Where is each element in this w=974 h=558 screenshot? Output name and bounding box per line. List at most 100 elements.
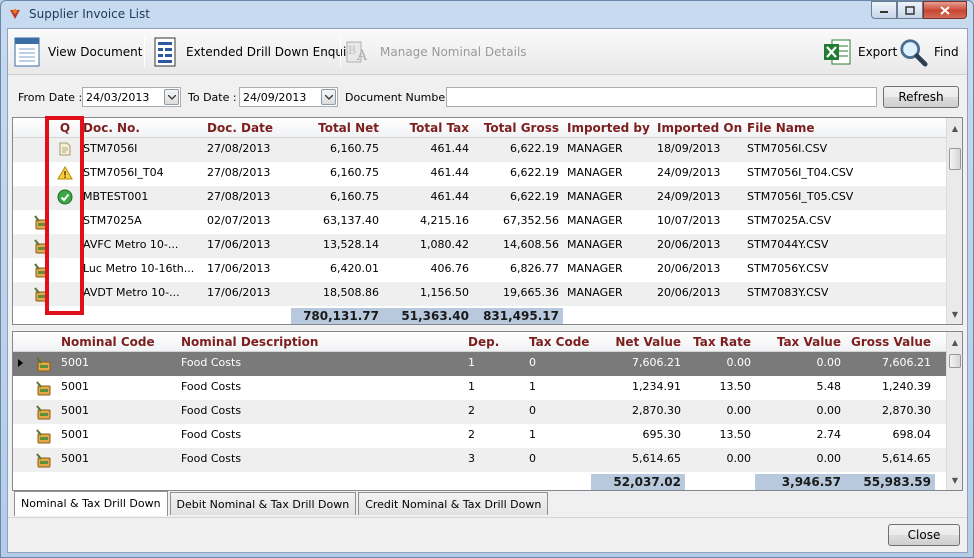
nominal-grid: Nominal Code Nominal Description Dep. Ta… bbox=[12, 331, 963, 491]
cell-tax-value: 5.48 bbox=[816, 380, 842, 393]
col-total-net[interactable]: Total Net bbox=[291, 118, 383, 138]
find-button[interactable]: Find bbox=[898, 35, 959, 69]
cell-total-tax: 461.44 bbox=[430, 142, 470, 155]
cell-total-tax: 406.76 bbox=[430, 262, 470, 275]
cell-total-net: 6,420.01 bbox=[330, 262, 379, 275]
cell-imported-by: MANAGER bbox=[567, 286, 623, 299]
tab-debit-nominal-tax[interactable]: Debit Nominal & Tax Drill Down bbox=[169, 492, 357, 515]
view-document-button[interactable]: View Document bbox=[12, 35, 142, 69]
refresh-button[interactable]: Refresh bbox=[883, 86, 959, 108]
cell-doc-no: AVFC Metro 10-... bbox=[83, 238, 179, 251]
col-q[interactable]: Q bbox=[51, 118, 79, 138]
to-date-dropdown[interactable] bbox=[321, 89, 336, 105]
col-tax-rate[interactable]: Tax Rate bbox=[685, 332, 755, 352]
cell-net-value: 695.30 bbox=[642, 428, 682, 441]
close-button[interactable]: Close bbox=[888, 524, 960, 546]
col-total-tax[interactable]: Total Tax bbox=[383, 118, 473, 138]
cell-dep: 2 bbox=[468, 404, 475, 417]
drilldown-icon bbox=[35, 380, 51, 396]
col-imported-on[interactable]: Imported On bbox=[653, 118, 743, 138]
cell-tax-code: 0 bbox=[529, 404, 536, 417]
nominal-row[interactable]: 5001 Food Costs 1 0 7,606.21 0.00 0.00 7,606.21 bbox=[13, 352, 947, 376]
col-tax-code[interactable]: Tax Code bbox=[525, 332, 591, 352]
cell-total-gross: 6,826.77 bbox=[510, 262, 559, 275]
invoice-grid-header: Q Doc. No. Doc. Date Total Net Total Tax… bbox=[13, 118, 947, 138]
scroll-up-arrow[interactable]: ▲ bbox=[947, 120, 962, 136]
scroll-down-arrow[interactable]: ▼ bbox=[947, 306, 962, 322]
to-date-label: To Date : bbox=[188, 91, 237, 104]
extended-drill-down-button[interactable]: Extended Drill Down Enquiry bbox=[150, 35, 358, 69]
invoice-row[interactable]: STM7025A 02/07/2013 63,137.40 4,215.16 67,35… bbox=[13, 210, 947, 234]
invoice-row[interactable]: AVFC Metro 10-... 17/06/2013 13,528.14 1,08… bbox=[13, 234, 947, 258]
cell-nominal-description: Food Costs bbox=[181, 452, 242, 465]
cell-file-name: STM7056I.CSV bbox=[747, 142, 828, 155]
col-net-value[interactable]: Net Value bbox=[591, 332, 685, 352]
nominal-gross-sum: 55,983.59 bbox=[845, 474, 935, 490]
invoice-row[interactable]: STM7056I_T04 27/08/2013 6,160.75 461.44 6,62… bbox=[13, 162, 947, 186]
cell-total-tax: 1,156.50 bbox=[420, 286, 469, 299]
cell-file-name: STM7044Y.CSV bbox=[747, 238, 829, 251]
col-tax-value[interactable]: Tax Value bbox=[755, 332, 845, 352]
nominal-row[interactable]: 5001 Food Costs 2 1 695.30 13.50 2.74 698.04 bbox=[13, 424, 947, 448]
col-nominal-description[interactable]: Nominal Description bbox=[177, 332, 464, 352]
tab-nominal-tax[interactable]: Nominal & Tax Drill Down bbox=[14, 491, 168, 516]
invoice-scrollbar[interactable]: ▲ ▼ bbox=[946, 118, 962, 324]
from-date-picker[interactable]: 24/03/2013 bbox=[82, 87, 181, 107]
scroll-down-arrow[interactable]: ▼ bbox=[947, 472, 962, 488]
nominal-scrollbar[interactable]: ▲ ▼ bbox=[946, 332, 962, 490]
bottom-bar: Close bbox=[8, 517, 967, 552]
cell-doc-no: MBTEST001 bbox=[83, 190, 149, 203]
cell-imported-on: 20/06/2013 bbox=[657, 286, 721, 299]
minimize-icon bbox=[880, 11, 888, 13]
scroll-thumb[interactable] bbox=[949, 148, 961, 170]
cell-doc-no: STM7056I_T04 bbox=[83, 166, 164, 179]
cell-doc-date: 02/07/2013 bbox=[207, 214, 271, 227]
col-doc-no[interactable]: Doc. No. bbox=[79, 118, 203, 138]
cell-doc-no: STM7056I bbox=[83, 142, 138, 155]
extended-drill-down-label: Extended Drill Down Enquiry bbox=[186, 45, 359, 59]
tab-credit-nominal-tax[interactable]: Credit Nominal & Tax Drill Down bbox=[358, 492, 549, 515]
col-doc-date[interactable]: Doc. Date bbox=[203, 118, 291, 138]
cell-nominal-code: 5001 bbox=[61, 380, 89, 393]
cell-total-net: 63,137.40 bbox=[323, 214, 379, 227]
cell-total-gross: 19,665.36 bbox=[503, 286, 559, 299]
invoice-row[interactable]: MBTEST001 27/08/2013 6,160.75 461.44 6,622.1… bbox=[13, 186, 947, 210]
invoice-row[interactable]: Luc Metro 10-16th... 17/06/2013 6,420.01 40… bbox=[13, 258, 947, 282]
col-imported-by[interactable]: Imported by bbox=[563, 118, 653, 138]
cell-nominal-description: Food Costs bbox=[181, 356, 242, 369]
invoice-row[interactable]: STM7056I 27/08/2013 6,160.75 461.44 6,622.19… bbox=[13, 138, 947, 162]
nominal-row[interactable]: 5001 Food Costs 3 0 5,614.65 0.00 0.00 5,614.65 bbox=[13, 448, 947, 472]
chevron-down-icon bbox=[167, 94, 176, 100]
from-date-value: 24/03/2013 bbox=[86, 91, 150, 104]
title-bar[interactable]: Supplier Invoice List bbox=[1, 1, 973, 27]
col-total-gross[interactable]: Total Gross bbox=[473, 118, 563, 138]
nominal-row[interactable]: 5001 Food Costs 2 0 2,870.30 0.00 0.00 2,870.30 bbox=[13, 400, 947, 424]
minimize-button[interactable] bbox=[871, 1, 897, 19]
close-window-button[interactable] bbox=[923, 1, 967, 19]
col-nominal-code[interactable]: Nominal Code bbox=[57, 332, 177, 352]
cell-nominal-code: 5001 bbox=[61, 356, 89, 369]
manage-nominal-button[interactable]: AB Manage Nominal Details bbox=[344, 35, 527, 69]
maximize-button[interactable] bbox=[897, 1, 923, 19]
invoice-row[interactable]: AVDT Metro 10-... 17/06/2013 18,508.86 1,15… bbox=[13, 282, 947, 306]
cell-imported-by: MANAGER bbox=[567, 190, 623, 203]
from-date-dropdown[interactable] bbox=[164, 89, 179, 105]
chevron-down-icon bbox=[324, 94, 333, 100]
document-number-input[interactable] bbox=[446, 87, 877, 107]
col-dep[interactable]: Dep. bbox=[464, 332, 525, 352]
col-file-name[interactable]: File Name bbox=[743, 118, 943, 138]
total-net-sum: 780,131.77 bbox=[291, 308, 383, 324]
cell-total-net: 6,160.75 bbox=[330, 142, 379, 155]
drilldown-icon bbox=[35, 428, 51, 444]
nominal-row[interactable]: 5001 Food Costs 1 1 1,234.91 13.50 5.48 1,240.3… bbox=[13, 376, 947, 400]
to-date-picker[interactable]: 24/09/2013 bbox=[239, 87, 338, 107]
scroll-thumb[interactable] bbox=[949, 354, 961, 368]
cell-imported-on: 24/09/2013 bbox=[657, 190, 721, 203]
drilldown-icon bbox=[35, 404, 51, 420]
scroll-up-arrow[interactable]: ▲ bbox=[947, 334, 962, 350]
cell-nominal-code: 5001 bbox=[61, 404, 89, 417]
col-gross-value[interactable]: Gross Value bbox=[845, 332, 935, 352]
cell-total-net: 18,508.86 bbox=[323, 286, 379, 299]
export-button[interactable]: Export bbox=[822, 35, 897, 69]
cell-imported-on: 10/07/2013 bbox=[657, 214, 721, 227]
